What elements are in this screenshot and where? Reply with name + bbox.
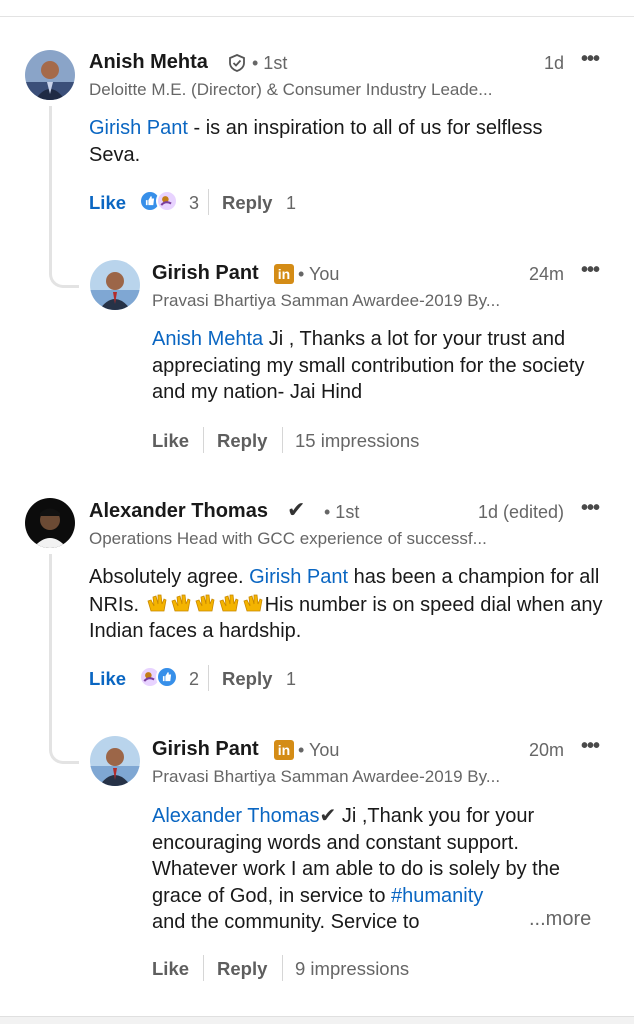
divider (203, 955, 204, 981)
reaction-count[interactable]: 3 (189, 193, 199, 214)
comment-body: Absolutely agree. (89, 566, 250, 588)
more-horizontal-icon[interactable]: ••• (581, 497, 600, 520)
like-button[interactable]: Like (152, 958, 189, 980)
thread-connector (49, 240, 79, 288)
connection-degree: • 1st (252, 53, 288, 73)
mention-link[interactable]: Alexander Thomas (152, 805, 320, 827)
connection-degree: • You (298, 264, 340, 284)
reply-body: and the community. Service to (152, 911, 420, 933)
linkedin-badge-icon: in (274, 264, 294, 284)
author-name[interactable]: Girish Pant (152, 738, 259, 761)
author-headline: Pravasi Bhartiya Samman Awardee-2019 By.… (152, 767, 501, 786)
like-button[interactable]: Like (152, 430, 189, 452)
author-name[interactable]: Anish Mehta (89, 51, 208, 74)
more-horizontal-icon[interactable]: ••• (581, 259, 600, 282)
impressions-count[interactable]: 15 impressions (295, 430, 419, 452)
shield-check-icon (228, 54, 246, 72)
reaction-count[interactable]: 2 (189, 669, 199, 690)
timestamp: 1d (543, 53, 564, 73)
author-name[interactable]: Alexander Thomas (89, 500, 268, 523)
thread-line (49, 554, 52, 730)
impressions-count[interactable]: 9 impressions (295, 958, 409, 980)
reply-count: 1 (286, 193, 297, 213)
mention-link[interactable]: Girish Pant (89, 117, 188, 139)
like-button[interactable]: Like (89, 192, 126, 214)
clapping-hands-icon (145, 594, 265, 616)
avatar[interactable] (25, 498, 75, 548)
linkedin-badge-icon: in (274, 740, 294, 760)
mention-link[interactable]: Anish Mehta (152, 328, 263, 350)
author-headline: Pravasi Bhartiya Samman Awardee-2019 By.… (152, 291, 501, 310)
timestamp: 20m (528, 740, 564, 760)
like-button[interactable]: Like (89, 668, 126, 690)
author-headline: Operations Head with GCC experience of s… (89, 529, 487, 548)
reply-count: 1 (286, 669, 297, 689)
reply-button[interactable]: Reply (222, 668, 272, 690)
mention-link[interactable]: Girish Pant (249, 566, 348, 588)
author-name[interactable]: Girish Pant (152, 262, 259, 285)
divider (208, 189, 209, 215)
divider (203, 427, 204, 453)
timestamp: 1d (edited) (477, 502, 564, 522)
connection-degree: • 1st (324, 502, 360, 522)
checkmark-icon: ✔ (287, 498, 306, 523)
timestamp: 24m (528, 264, 564, 284)
support-reaction-icon (156, 190, 178, 212)
top-divider (0, 16, 634, 17)
see-more-link[interactable]: ...more (529, 908, 591, 931)
reply-text: Anish Mehta Ji , Thanks a lot for your t… (152, 326, 597, 406)
avatar[interactable] (90, 260, 140, 310)
reply-button[interactable]: Reply (217, 958, 267, 980)
avatar[interactable] (25, 50, 75, 100)
avatar[interactable] (90, 736, 140, 786)
divider (282, 955, 283, 981)
reply-button[interactable]: Reply (222, 192, 272, 214)
comment-text: Absolutely agree. Girish Pant has been a… (89, 564, 614, 645)
author-headline: Deloitte M.E. (Director) & Consumer Indu… (89, 80, 493, 99)
divider (282, 427, 283, 453)
reply-button[interactable]: Reply (217, 430, 267, 452)
connection-degree: • You (298, 740, 340, 760)
divider (208, 665, 209, 691)
more-horizontal-icon[interactable]: ••• (581, 735, 600, 758)
like-reaction-icon (156, 666, 178, 688)
more-horizontal-icon[interactable]: ••• (581, 48, 600, 71)
thread-line (49, 106, 52, 256)
comment-text: Girish Pant - is an inspiration to all o… (89, 115, 549, 168)
bottom-divider (0, 1016, 634, 1024)
checkmark-icon: ✔ (319, 803, 337, 827)
hashtag-link[interactable]: #humanity (391, 885, 483, 907)
thread-connector (49, 716, 79, 764)
